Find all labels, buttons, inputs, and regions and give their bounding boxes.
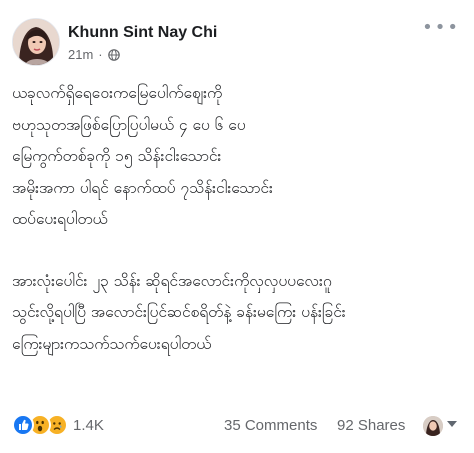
author-avatar[interactable] (12, 18, 60, 66)
post-meta: 21m · (68, 47, 120, 62)
author-name[interactable]: Khunn Sint Nay Chi (68, 24, 217, 42)
post-text: ယခုလက်ရှိရေ၀ေးကမြေပေါက်စျေးကို ဗဟုသုတအဖြ… (12, 78, 467, 360)
meta-separator: · (98, 47, 103, 62)
globe-icon (107, 48, 120, 61)
facebook-post: Khunn Sint Nay Chi 21m · ••• ယခုလက်ရှိရေ… (0, 0, 474, 453)
shares-count-link[interactable]: 92 Shares (337, 417, 405, 434)
post-text-line: မြေကွက်တစ်ခုကို ၁၅ သိန်းငါးသောင်း (12, 147, 222, 165)
post-text-line: အမိုးအကာ ပါရင် နောက်ထပ် ၇သိန်းငါးသောင်း (12, 178, 273, 197)
reaction-count: 1.4K (73, 416, 104, 434)
post-text-line: ဗဟုသုတအဖြစ်ပြောပြပါမယ် ၄ ပေ ၆ ပေ (12, 115, 246, 134)
reactions-summary[interactable]: 1.4K (12, 414, 104, 436)
post-text-line: ယခုလက်ရှိရေ၀ေးကမြေပေါက်စျေးကို (12, 84, 223, 102)
post-text-line: ကြေးများကသက်သက်ပေးရပါတယ် (12, 334, 212, 353)
comments-count-link[interactable]: 35 Comments (224, 417, 317, 434)
post-text-line: အားလုံးပေါင်း ၂၃ သိန်း ဆိုရင်အလောင်းကိုလ… (12, 271, 332, 290)
post-time[interactable]: 21m (68, 47, 93, 62)
more-options-icon[interactable]: ••• (422, 19, 460, 37)
like-icon (12, 414, 34, 436)
post-text-line: ထပ်ပေးရပါတယ် (12, 210, 108, 228)
share-as-avatar[interactable] (423, 416, 443, 436)
chevron-down-icon[interactable] (447, 421, 457, 427)
post-text-line: သွင်းလို့ရပါပြီ အလောင်းပြင်ဆင်စရိတ်နဲ့ ခ… (12, 303, 346, 321)
